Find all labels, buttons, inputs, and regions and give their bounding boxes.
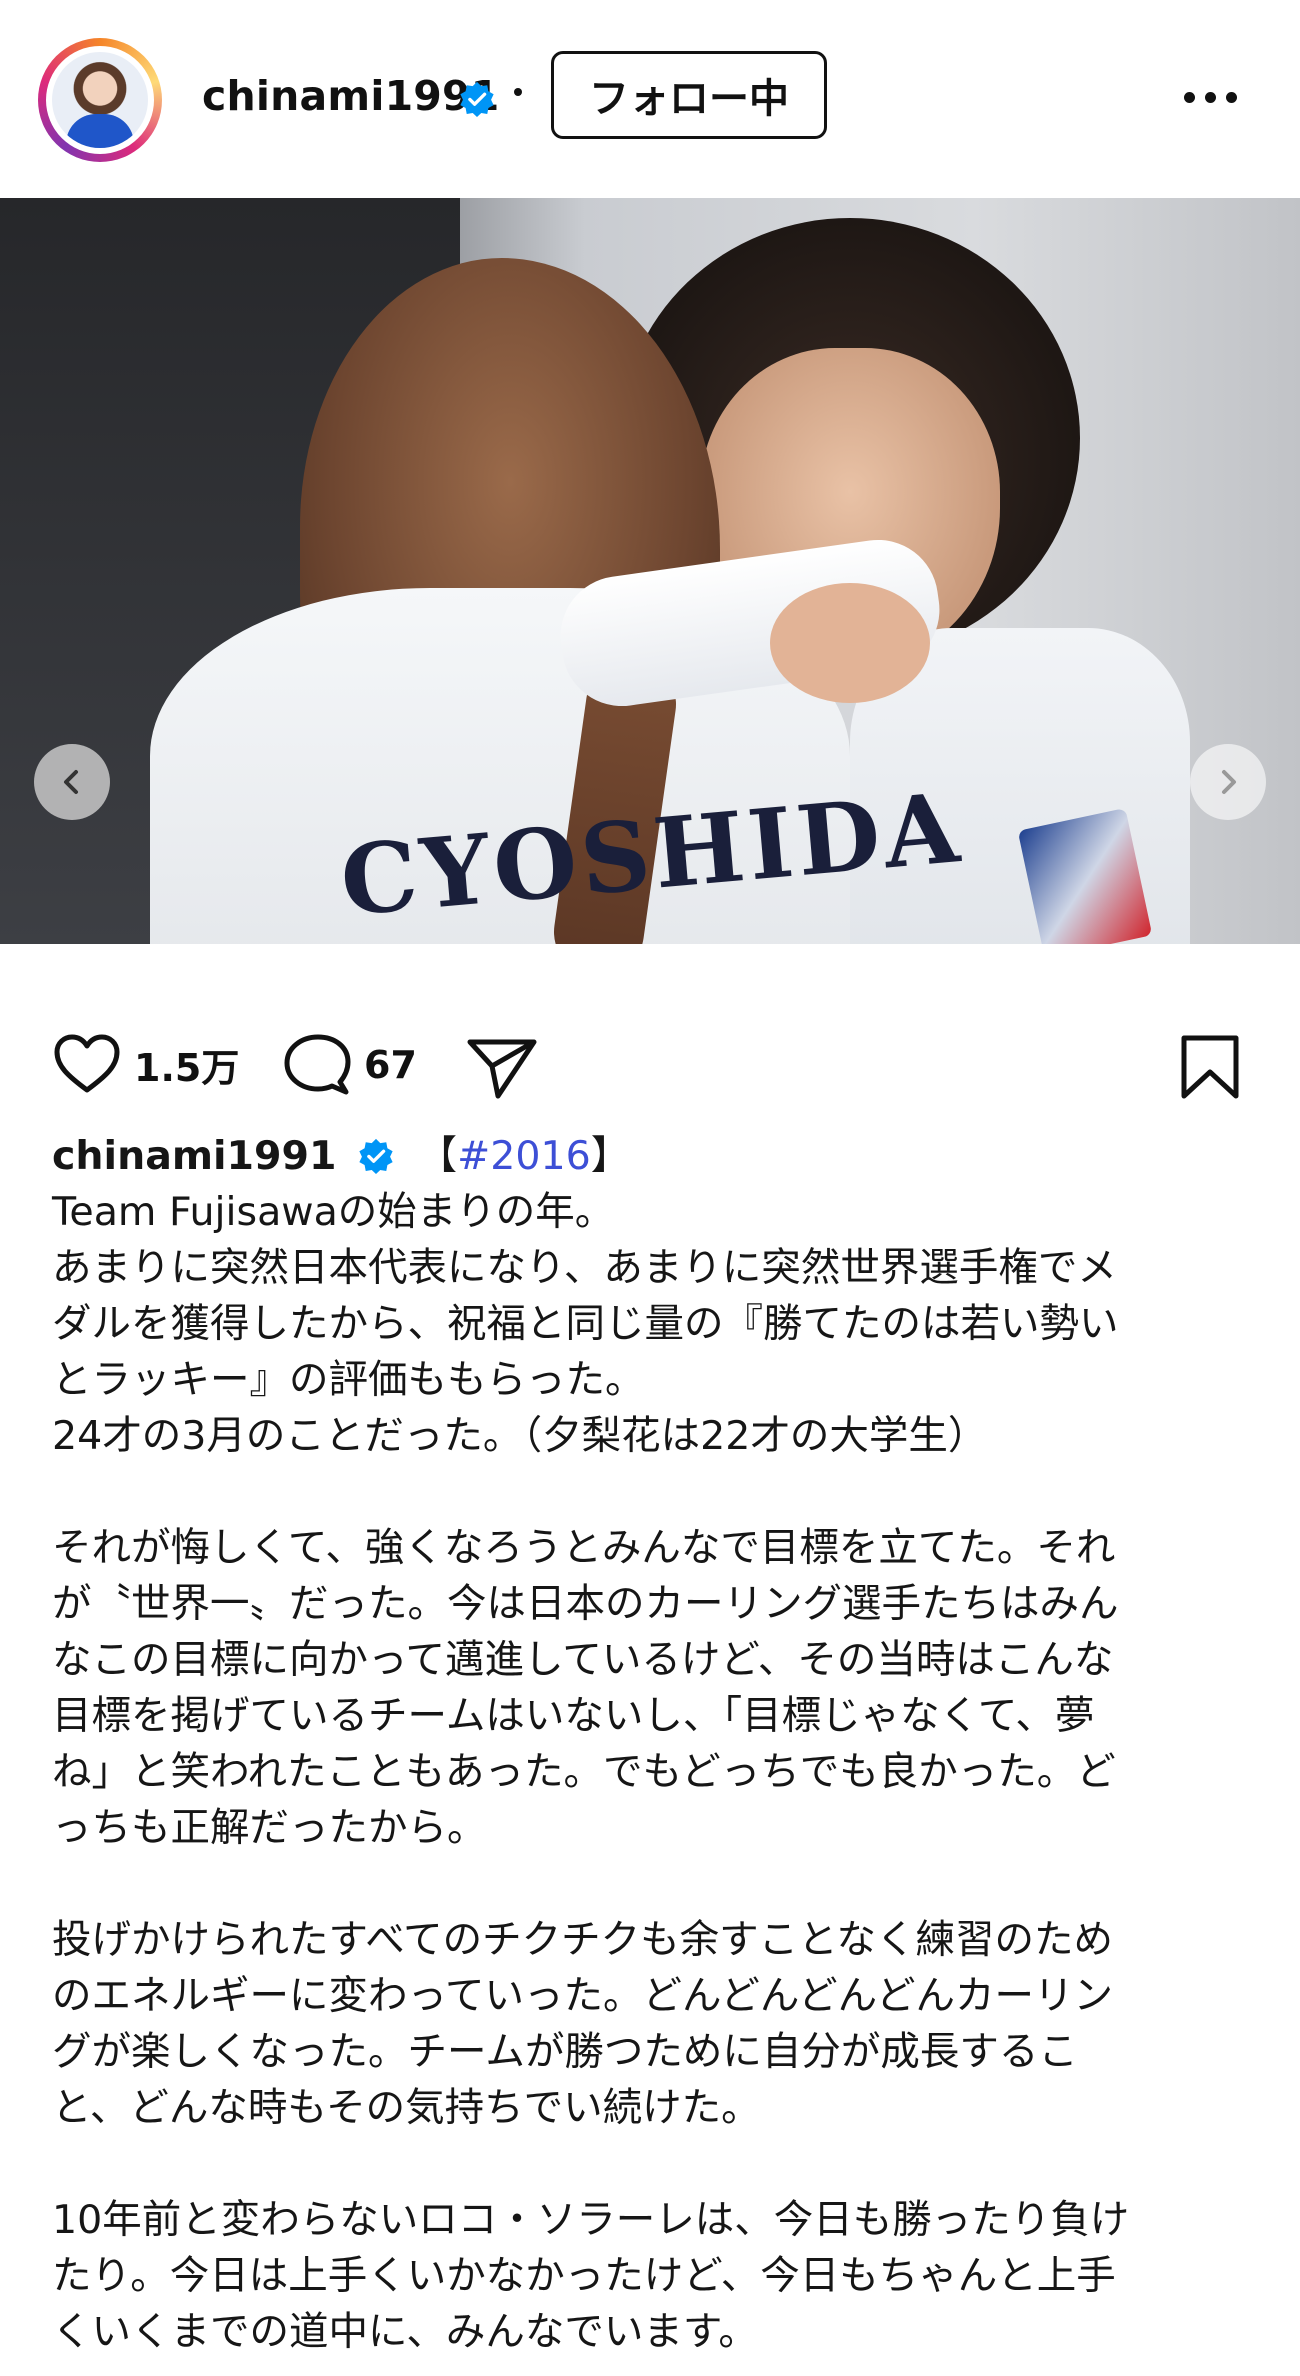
save-action[interactable]	[1178, 1034, 1242, 1100]
caption-line: あまりに突然日本代表になり、あまりに突然世界選手権でメ	[52, 1245, 1117, 1291]
chevron-right-icon	[1222, 770, 1236, 794]
verified-badge-icon	[460, 81, 494, 118]
carousel-previous-button[interactable]	[34, 744, 110, 820]
caption-line: それが悔しくて、強くなろうとみんなで目標を立てた。それ	[52, 1525, 1116, 1571]
caption-line: ね」と笑われたこともあった。でもどっちでも良かった。ど	[52, 1749, 1116, 1795]
caption-line	[52, 1856, 1252, 1912]
share-action[interactable]	[466, 1036, 538, 1100]
post-actions: 1.5万 67	[0, 1010, 1300, 1130]
caption-line: Team Fujisawaの始まりの年。	[52, 1189, 615, 1235]
comment-count[interactable]: 67	[364, 1043, 417, 1087]
avatar[interactable]	[52, 52, 148, 148]
post-media-video[interactable]: CYOSHIDA	[0, 198, 1300, 944]
caption-line: 10年前と変わらないロコ・ソラーレは、今日も勝ったり負け	[52, 2197, 1130, 2243]
share-send-icon[interactable]	[466, 1036, 538, 1100]
username-link[interactable]: chinami1991	[202, 72, 500, 120]
bracket-close: 】	[590, 1133, 631, 1179]
caption-line: 目標を掲げているチームはいないし、「目標じゃなくて、夢	[52, 1693, 1095, 1739]
caption-line: ダルを獲得したから、祝福と同じ量の『勝てたのは若い勢い	[52, 1301, 1119, 1347]
caption-line: 24才の3月のことだった。（夕梨花は22才の大学生）	[52, 1413, 988, 1459]
bracket-open: 【	[417, 1133, 458, 1179]
caption-line	[52, 2136, 1252, 2192]
chevron-left-icon	[64, 770, 78, 794]
caption-line: と、どんな時もその気持ちでい続けた。	[52, 2085, 761, 2131]
verified-badge-icon	[359, 1138, 393, 1175]
post-header: chinami1991 フォロー中	[0, 0, 1300, 198]
caption-line: のエネルギーに変わっていった。どんどんどんどんカーリン	[52, 1973, 1113, 2019]
caption-username[interactable]: chinami1991	[52, 1133, 337, 1179]
heart-icon[interactable]	[52, 1032, 122, 1096]
post-caption: chinami1991 【#2016】 Team Fujisawaの始まりの年。…	[52, 1128, 1252, 2360]
bookmark-icon[interactable]	[1178, 1034, 1242, 1100]
caption-line: たり。今日は上手くいかなかったけど、今日もちゃんと上手	[52, 2253, 1116, 2299]
separator-dot	[514, 88, 522, 96]
caption-line	[52, 1464, 1252, 1520]
caption-line: 投げかけられたすべてのチクチクも余すことなく練習のため	[52, 1917, 1113, 1963]
caption-body: Team Fujisawaの始まりの年。あまりに突然日本代表になり、あまりに突然…	[52, 1184, 1252, 2360]
following-button[interactable]: フォロー中	[551, 51, 827, 139]
hashtag-link[interactable]: #2016	[457, 1133, 591, 1179]
carousel-next-button[interactable]	[1190, 744, 1266, 820]
like-count[interactable]: 1.5万	[134, 1037, 239, 1092]
caption-line: っちも正解だったから。	[52, 1805, 487, 1851]
comment-action[interactable]: 67	[282, 1032, 417, 1098]
caption-line: くいくまでの道中に、みんなでいます。	[52, 2309, 758, 2355]
like-action[interactable]: 1.5万	[52, 1032, 239, 1096]
caption-line: なこの目標に向かって邁進しているけど、その当時はこんな	[52, 1637, 1114, 1683]
comment-bubble-icon[interactable]	[282, 1032, 352, 1098]
caption-line: が〝世界一〟だった。今は日本のカーリング選手たちはみん	[52, 1581, 1119, 1627]
more-options-icon[interactable]	[1184, 90, 1238, 106]
caption-line: とラッキー』の評価ももらった。	[52, 1357, 645, 1403]
caption-header-line: chinami1991 【#2016】	[52, 1128, 1252, 1184]
avatar-story-ring[interactable]	[38, 38, 162, 162]
caption-line: グが楽しくなった。チームが勝つために自分が成長するこ	[52, 2029, 1078, 2075]
